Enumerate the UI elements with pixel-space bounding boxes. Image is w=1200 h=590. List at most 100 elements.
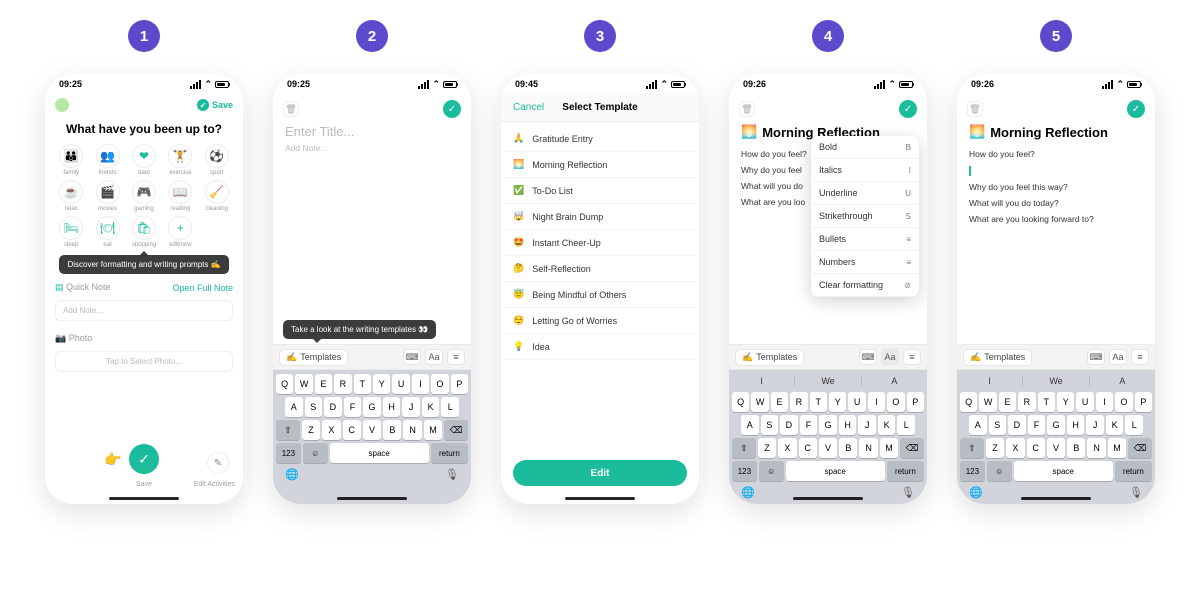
key-L[interactable]: L [1125, 415, 1143, 435]
keyboard[interactable]: QWERTYUIOP ASDFGHJKL ⇧ZXCVBNM⌫ 123 ☺ spa… [273, 370, 471, 504]
key-Y[interactable]: Y [829, 392, 846, 412]
key-K[interactable]: K [878, 415, 896, 435]
suggestion[interactable]: A [1090, 376, 1155, 386]
key-D[interactable]: D [780, 415, 798, 435]
key-C[interactable]: C [1027, 438, 1045, 458]
key-N[interactable]: N [403, 420, 421, 440]
done-button[interactable]: ✓ [1127, 100, 1145, 118]
format-option-numbers[interactable]: Numbers≡ [811, 251, 919, 274]
templates-button[interactable]: ✍️ Templates [963, 349, 1032, 366]
key-A[interactable]: A [969, 415, 987, 435]
edit-button[interactable]: Edit [513, 460, 687, 486]
key-V[interactable]: V [819, 438, 837, 458]
key-H[interactable]: H [383, 397, 401, 417]
key-emoji[interactable]: ☺ [987, 461, 1012, 481]
key-W[interactable]: W [751, 392, 768, 412]
key-shift[interactable]: ⇧ [732, 438, 756, 458]
save-button[interactable]: ✓Save [197, 99, 233, 111]
key-Q[interactable]: Q [732, 392, 749, 412]
key-D[interactable]: D [324, 397, 342, 417]
key-U[interactable]: U [392, 374, 409, 394]
key-R[interactable]: R [1018, 392, 1035, 412]
prompt-line[interactable]: What will you do today? [957, 195, 1155, 211]
key-O[interactable]: O [431, 374, 448, 394]
key-emoji[interactable]: ☺ [303, 443, 328, 463]
key-G[interactable]: G [1047, 415, 1065, 435]
key-D[interactable]: D [1008, 415, 1026, 435]
key-return[interactable]: return [1115, 461, 1152, 481]
key-shift[interactable]: ⇧ [276, 420, 300, 440]
key-R[interactable]: R [334, 374, 351, 394]
key-return[interactable]: return [431, 443, 468, 463]
key-K[interactable]: K [422, 397, 440, 417]
mic-icon[interactable]: 🎙 [445, 468, 459, 481]
activity-cleaning[interactable]: 🧹cleaning [199, 180, 235, 212]
template-row[interactable]: 🌅Morning Reflection [501, 152, 699, 178]
mic-icon[interactable]: 🎙 [901, 486, 915, 499]
key-B[interactable]: B [839, 438, 857, 458]
delete-button[interactable]: 🗑 [283, 101, 299, 117]
text-format-icon[interactable]: Aa [1109, 349, 1127, 365]
key-backspace[interactable]: ⌫ [1128, 438, 1152, 458]
activity-sport[interactable]: ⚽sport [199, 144, 235, 176]
format-option-strikethrough[interactable]: StrikethroughS [811, 205, 919, 228]
text-format-icon[interactable]: Aa [881, 349, 899, 365]
key-P[interactable]: P [907, 392, 924, 412]
key-Y[interactable]: Y [1057, 392, 1074, 412]
key-A[interactable]: A [285, 397, 303, 417]
key-T[interactable]: T [354, 374, 371, 394]
globe-icon[interactable]: 🌐 [285, 468, 299, 481]
key-S[interactable]: S [989, 415, 1007, 435]
key-A[interactable]: A [741, 415, 759, 435]
activity-friends[interactable]: 👥friends [89, 144, 125, 176]
delete-button[interactable]: 🗑 [739, 101, 755, 117]
suggestion[interactable]: I [729, 376, 795, 386]
key-H[interactable]: H [839, 415, 857, 435]
key-F[interactable]: F [800, 415, 818, 435]
template-row[interactable]: 💡Idea [501, 334, 699, 360]
done-button[interactable]: ✓ [899, 100, 917, 118]
key-space[interactable]: space [786, 461, 885, 481]
prompt-line[interactable]: What are you looking forward to? [957, 211, 1155, 227]
key-M[interactable]: M [1108, 438, 1126, 458]
activity-reading[interactable]: 📖reading [162, 180, 198, 212]
suggestion[interactable]: I [957, 376, 1023, 386]
key-B[interactable]: B [1067, 438, 1085, 458]
template-row[interactable]: 🤔Self-Reflection [501, 256, 699, 282]
key-X[interactable]: X [1006, 438, 1024, 458]
list-icon[interactable]: ≡ [447, 349, 465, 365]
prompt-line[interactable]: Why do you feel this way? [957, 179, 1155, 195]
list-icon[interactable]: ≡ [903, 349, 921, 365]
key-X[interactable]: X [322, 420, 340, 440]
key-K[interactable]: K [1106, 415, 1124, 435]
key-W[interactable]: W [295, 374, 312, 394]
key-space[interactable]: space [1014, 461, 1113, 481]
key-Z[interactable]: Z [302, 420, 320, 440]
key-T[interactable]: T [810, 392, 827, 412]
templates-button[interactable]: ✍️ Templates [279, 349, 348, 366]
key-P[interactable]: P [1135, 392, 1152, 412]
key-123[interactable]: 123 [960, 461, 985, 481]
format-option-italics[interactable]: ItalicsI [811, 159, 919, 182]
key-J[interactable]: J [402, 397, 420, 417]
templates-button[interactable]: ✍️ Templates [735, 349, 804, 366]
key-F[interactable]: F [344, 397, 362, 417]
activity-eat[interactable]: 🍽eat [89, 216, 125, 248]
format-option-clear-formatting[interactable]: Clear formatting⊘ [811, 274, 919, 297]
cancel-button[interactable]: Cancel [513, 102, 544, 113]
key-G[interactable]: G [819, 415, 837, 435]
format-option-underline[interactable]: UnderlineU [811, 182, 919, 205]
suggestion[interactable]: A [862, 376, 927, 386]
key-N[interactable]: N [859, 438, 877, 458]
delete-button[interactable]: 🗑 [967, 101, 983, 117]
key-O[interactable]: O [887, 392, 904, 412]
activity-exercise[interactable]: 🏋exercise [162, 144, 198, 176]
key-T[interactable]: T [1038, 392, 1055, 412]
activity-movies[interactable]: 🎬movies [89, 180, 125, 212]
key-L[interactable]: L [441, 397, 459, 417]
key-Y[interactable]: Y [373, 374, 390, 394]
activity-edit/new[interactable]: +edit/new [162, 216, 198, 248]
key-F[interactable]: F [1028, 415, 1046, 435]
activity-shopping[interactable]: 🛍shopping [126, 216, 162, 248]
key-S[interactable]: S [761, 415, 779, 435]
